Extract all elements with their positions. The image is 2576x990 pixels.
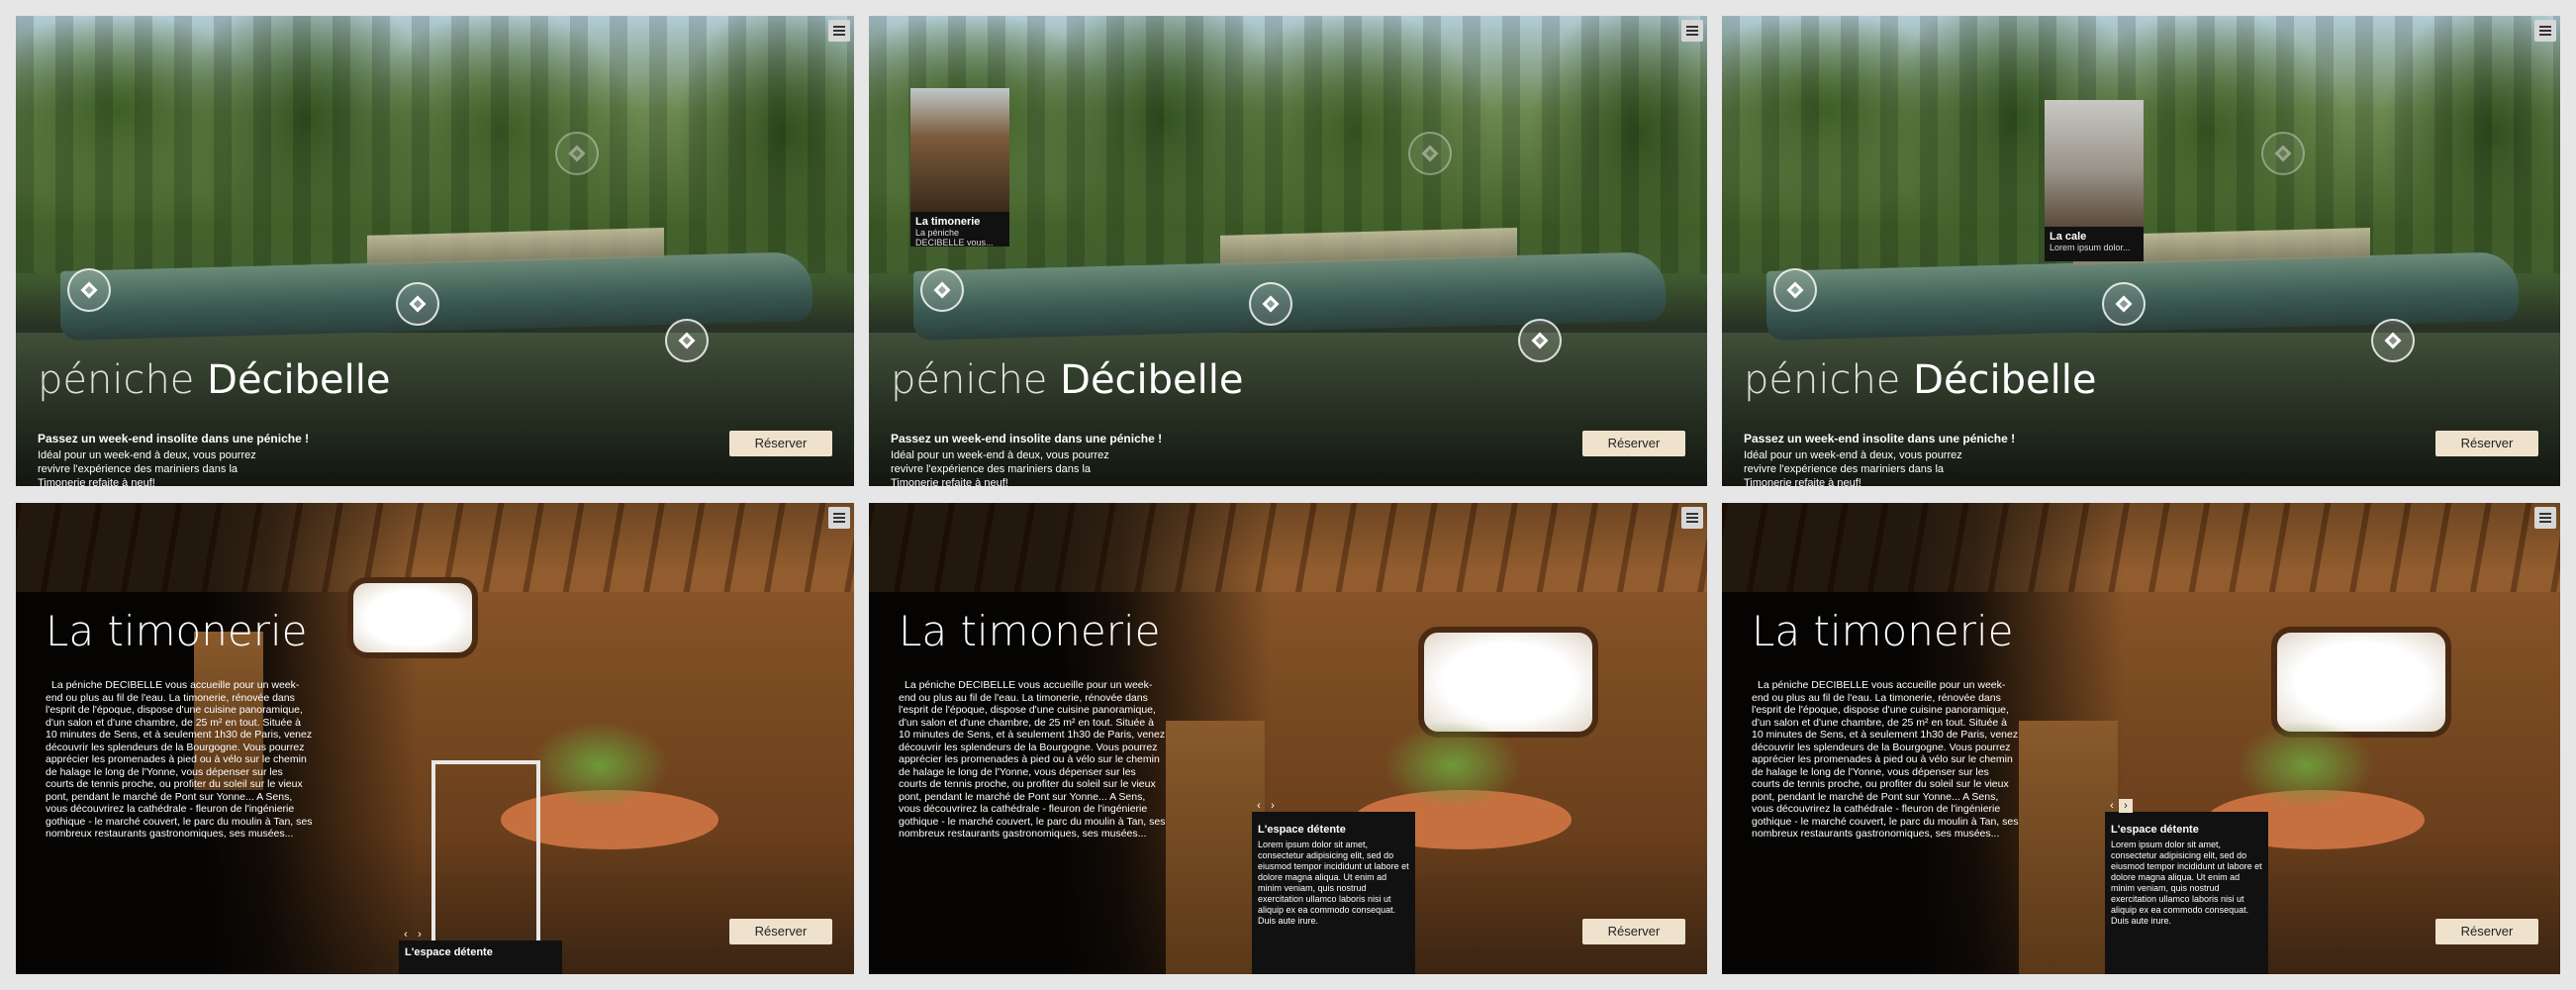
reserve-button[interactable]: Réserver bbox=[1582, 919, 1685, 944]
section-description: La péniche DECIBELLE vous accueille pour… bbox=[46, 679, 313, 840]
hotspot-icon[interactable] bbox=[555, 132, 599, 175]
hotspot-icon[interactable] bbox=[2261, 132, 2305, 175]
hamburger-menu-icon[interactable] bbox=[1681, 507, 1703, 529]
plant-image bbox=[2237, 721, 2375, 810]
carousel-arrows[interactable]: ‹ › bbox=[1252, 796, 1282, 812]
cabinet-image bbox=[1166, 721, 1265, 974]
carousel-collapsed[interactable]: ‹ › L'espace détente bbox=[399, 929, 562, 974]
reserve-button[interactable]: Réserver bbox=[1582, 431, 1685, 456]
hotspot-icon[interactable] bbox=[665, 319, 709, 362]
ceiling-image bbox=[1722, 503, 2560, 592]
chevron-right-icon[interactable]: › bbox=[1266, 799, 1280, 813]
popup-title: La timonerie bbox=[915, 216, 981, 228]
window-image bbox=[347, 577, 478, 658]
ceiling-image bbox=[869, 503, 1707, 592]
carousel-title: L'espace détente bbox=[1258, 824, 1346, 836]
page-description: Idéal pour un week-end à deux, vous pour… bbox=[1744, 449, 1962, 486]
section-title: La timonerie bbox=[46, 607, 308, 655]
carousel-title: L'espace détente bbox=[405, 946, 493, 958]
hotspot-popup-timonerie[interactable]: La timonerie La péniche DECIBELLE vous..… bbox=[910, 88, 1009, 248]
reserve-button[interactable]: Réserver bbox=[729, 431, 832, 456]
popup-title: La cale bbox=[2050, 231, 2087, 243]
hotspot-icon[interactable] bbox=[2371, 319, 2415, 362]
reserve-button[interactable]: Réserver bbox=[729, 919, 832, 944]
hamburger-menu-icon[interactable] bbox=[1681, 20, 1703, 42]
chevron-right-icon[interactable]: › bbox=[413, 928, 427, 941]
chevron-left-icon[interactable]: ‹ bbox=[1252, 799, 1266, 813]
hotspot-icon[interactable] bbox=[2102, 282, 2146, 326]
interior-panel-3: La timonerie La péniche DECIBELLE vous a… bbox=[1722, 503, 2560, 974]
cabinet-image bbox=[2019, 721, 2118, 974]
hamburger-menu-icon[interactable] bbox=[2534, 507, 2556, 529]
hamburger-menu-icon[interactable] bbox=[828, 20, 850, 42]
interior-panel-2: La timonerie La péniche DECIBELLE vous a… bbox=[869, 503, 1707, 974]
interior-panel-1: La timonerie La péniche DECIBELLE vous a… bbox=[16, 503, 854, 974]
exterior-panel-1: péniche Décibelle Passez un week-end ins… bbox=[16, 16, 854, 486]
page-title: péniche Décibelle bbox=[1744, 357, 2097, 403]
exterior-panel-2: La timonerie La péniche DECIBELLE vous..… bbox=[869, 16, 1707, 486]
hotspot-icon[interactable] bbox=[1249, 282, 1292, 326]
hotspot-icon[interactable] bbox=[920, 268, 964, 312]
section-title: La timonerie bbox=[1752, 607, 2014, 655]
page-title: péniche Décibelle bbox=[891, 357, 1244, 403]
page-description: Idéal pour un week-end à deux, vous pour… bbox=[38, 449, 256, 486]
section-description: La péniche DECIBELLE vous accueille pour… bbox=[1752, 679, 2019, 840]
reserve-button[interactable]: Réserver bbox=[2435, 431, 2538, 456]
hotspot-icon[interactable] bbox=[1518, 319, 1562, 362]
carousel-title: L'espace détente bbox=[2111, 824, 2199, 836]
section-description: La péniche DECIBELLE vous accueille pour… bbox=[899, 679, 1166, 840]
chevron-left-icon[interactable]: ‹ bbox=[2105, 799, 2119, 813]
popup-thumbnail bbox=[910, 88, 1009, 212]
carousel-expanded[interactable]: ‹ › L'espace détente Lorem ipsum dolor si… bbox=[1252, 800, 1415, 974]
chevron-left-icon[interactable]: ‹ bbox=[399, 928, 413, 941]
plant-image bbox=[1383, 721, 1522, 810]
popup-text: La péniche DECIBELLE vous... bbox=[915, 228, 994, 248]
plant-image bbox=[530, 721, 669, 810]
hamburger-menu-icon[interactable] bbox=[828, 507, 850, 529]
exterior-panel-3: La cale Lorem ipsum dolor... péniche Déc… bbox=[1722, 16, 2560, 486]
page-title: péniche Décibelle bbox=[38, 357, 391, 403]
hotspot-icon[interactable] bbox=[1773, 268, 1817, 312]
hamburger-menu-icon[interactable] bbox=[2534, 20, 2556, 42]
hotspot-icon[interactable] bbox=[1408, 132, 1452, 175]
chevron-right-icon[interactable]: › bbox=[2119, 799, 2133, 813]
page-subtitle: Passez un week-end insolite dans une pén… bbox=[891, 432, 1163, 446]
popup-thumbnail bbox=[2045, 100, 2144, 227]
reserve-button[interactable]: Réserver bbox=[2435, 919, 2538, 944]
carousel-arrows[interactable]: ‹ › bbox=[2105, 796, 2135, 813]
hotspot-icon[interactable] bbox=[67, 268, 111, 312]
page-subtitle: Passez un week-end insolite dans une pén… bbox=[38, 432, 310, 446]
popup-text: Lorem ipsum dolor... bbox=[2050, 243, 2131, 252]
section-title: La timonerie bbox=[899, 607, 1161, 655]
hotspot-icon[interactable] bbox=[396, 282, 439, 326]
carousel-arrows[interactable]: ‹ › bbox=[399, 925, 429, 940]
page-description: Idéal pour un week-end à deux, vous pour… bbox=[891, 449, 1109, 486]
carousel-expanded[interactable]: ‹ › L'espace détente Lorem ipsum dolor si… bbox=[2105, 799, 2268, 974]
carousel-text: Lorem ipsum dolor sit amet, consectetur … bbox=[2111, 840, 2262, 926]
page-subtitle: Passez un week-end insolite dans une pén… bbox=[1744, 432, 2016, 446]
carousel-text: Lorem ipsum dolor sit amet, consectetur … bbox=[1258, 840, 1409, 926]
hotspot-popup-cale[interactable]: La cale Lorem ipsum dolor... bbox=[2045, 100, 2144, 261]
